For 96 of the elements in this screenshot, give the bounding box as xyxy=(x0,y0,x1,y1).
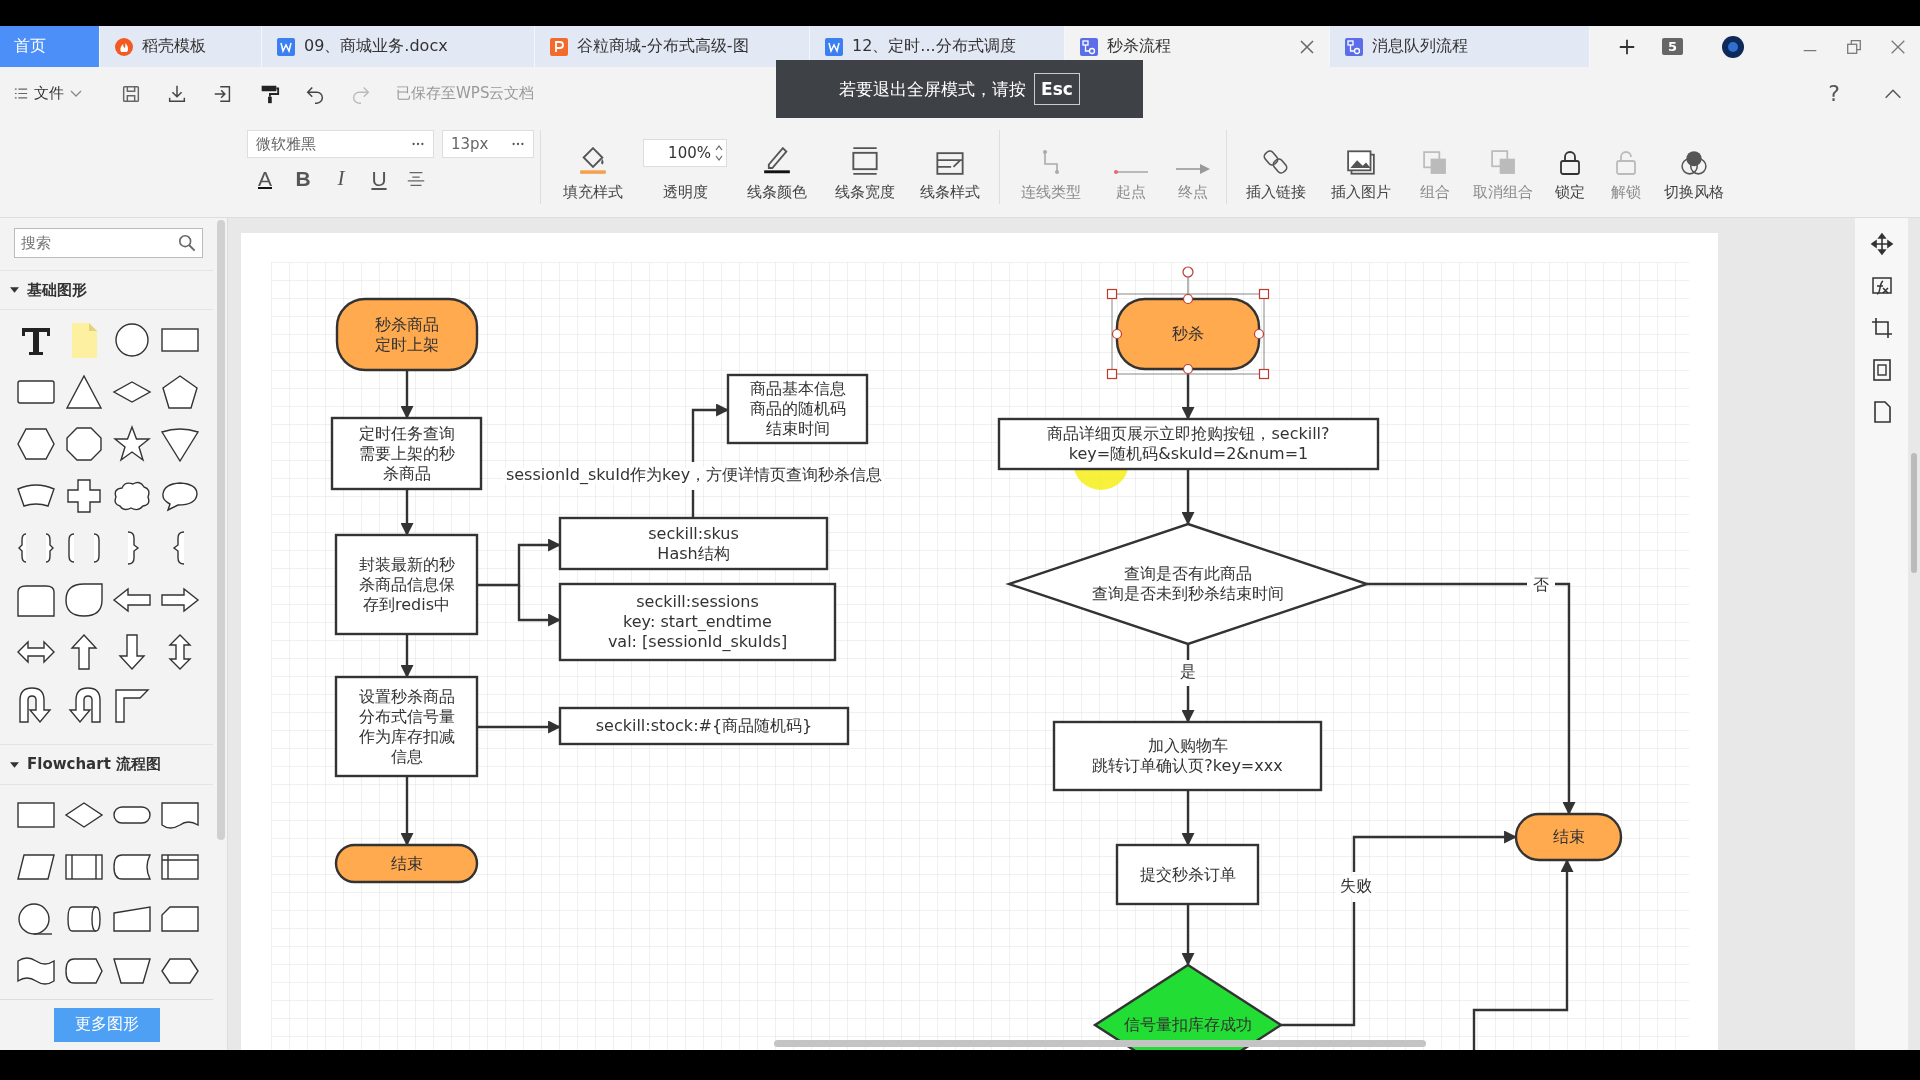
crop-icon[interactable] xyxy=(1869,316,1894,340)
ungroup-icon xyxy=(1490,150,1516,175)
group-icon xyxy=(1423,151,1447,175)
help-button[interactable]: ? xyxy=(1828,81,1840,106)
node-text: 设置秒杀商品 分布式信号量 作为库存扣减 信息 xyxy=(358,686,455,766)
close-icon[interactable] xyxy=(1299,38,1315,55)
tab[interactable]: 谷粒商城-分布式高级-图 xyxy=(535,26,810,67)
start-point-icon xyxy=(1113,169,1149,175)
line-style-icon xyxy=(936,152,964,175)
presentation-icon xyxy=(549,36,569,57)
style-switch-icon xyxy=(1681,150,1707,175)
connector-arrow xyxy=(400,634,414,679)
scrollbar[interactable] xyxy=(774,1040,1426,1047)
connector-arrow xyxy=(1181,904,1195,967)
toolbar-button[interactable]: 切换风格 xyxy=(1651,130,1737,206)
scrollbar[interactable] xyxy=(1911,453,1917,573)
font-size-field[interactable]: 13px xyxy=(442,130,534,158)
flowchart-icon xyxy=(1079,36,1099,57)
pencil-icon xyxy=(763,147,791,175)
spinner-arrows-icon[interactable] xyxy=(715,145,723,161)
connector-arrow xyxy=(400,776,414,847)
document-icon xyxy=(276,36,296,57)
connector-label: sessionId_skuId作为key，方便详情页查询秒杀信息 xyxy=(505,465,883,484)
node-text: 加入购物车 跳转订单确认页?key=xxx xyxy=(1092,736,1283,775)
tab[interactable]: 秒杀流程 xyxy=(1065,26,1330,67)
caret-icon[interactable] xyxy=(10,287,19,294)
node-text: 提交秒杀订单 xyxy=(1139,864,1236,884)
connector-label: 否 xyxy=(1533,575,1549,594)
move-icon[interactable] xyxy=(1869,232,1894,256)
format-button[interactable]: U xyxy=(367,166,391,191)
lock-icon xyxy=(1560,151,1580,175)
node-text: 结束 xyxy=(390,853,423,873)
node-text: 秒杀 xyxy=(1172,324,1204,343)
format-button[interactable]: A xyxy=(253,166,277,191)
node-text: seckill:sessions key: start_endtime val: [sessionId_skuIds] xyxy=(607,592,788,651)
caret-icon[interactable] xyxy=(10,761,19,768)
flame-icon xyxy=(114,36,134,57)
toolbar-button[interactable]: 插入链接 xyxy=(1233,130,1319,206)
node-text: 定时任务查询 需要上架的秒 杀商品 xyxy=(358,423,455,483)
more-icon[interactable] xyxy=(511,142,525,146)
node-text: 封装最新的秒 杀商品信息保 存到redis中 xyxy=(358,554,455,614)
search-icon[interactable] xyxy=(178,234,196,252)
selection-handles[interactable] xyxy=(1106,266,1270,380)
tab[interactable]: 09、商城业务.docx xyxy=(262,26,535,67)
document-icon xyxy=(824,36,844,57)
node-text: 秒杀商品 定时上架 xyxy=(375,314,439,354)
toolbar-button[interactable]: 线条样式 xyxy=(907,130,993,206)
toolbar-button[interactable]: 插入图片 xyxy=(1319,130,1403,206)
node-text: seckill:stock:#{商品随机码} xyxy=(595,716,813,735)
file-menu[interactable]: 文件 xyxy=(14,84,82,103)
fill-icon xyxy=(579,147,607,175)
node-text: 商品详细页展示立即抢购按钮，seckill? key=随机码&skuId=2&num=1 xyxy=(1047,424,1330,463)
menu-icon xyxy=(14,88,28,99)
tab-count-badge[interactable]: 5 xyxy=(1662,38,1684,55)
tab[interactable]: 稻壳模板 xyxy=(100,26,262,67)
flowchart-icon xyxy=(1344,36,1364,57)
toolbar-button[interactable]: 填充样式 xyxy=(547,130,639,206)
tool-label: 透明度 xyxy=(662,183,708,202)
unlock-icon xyxy=(1616,151,1636,175)
node-text: 商品基本信息 商品的随机码 结束时间 xyxy=(749,379,846,438)
section-header[interactable]: Flowchart 流程图 xyxy=(0,744,213,785)
connector-arrow xyxy=(400,370,414,420)
line-width-icon xyxy=(852,147,878,175)
image-icon xyxy=(1347,150,1375,175)
font-field[interactable]: 微软雅黑 xyxy=(247,130,434,158)
link-icon xyxy=(1263,148,1289,175)
section-header[interactable]: 基础图形 xyxy=(0,270,213,311)
format-button[interactable]: B xyxy=(291,166,315,191)
restore-icon[interactable] xyxy=(1845,37,1864,56)
end-point-icon xyxy=(1175,163,1211,175)
node-text: 信号量扣库存成功 xyxy=(1124,1015,1252,1034)
connector-label: 是 xyxy=(1180,662,1196,681)
tab[interactable]: 消息队列流程 xyxy=(1330,26,1590,67)
formula-icon[interactable] xyxy=(1869,274,1894,298)
chevron-down-icon xyxy=(70,90,82,97)
search-field[interactable]: 搜索 xyxy=(14,228,203,258)
toast-text: 若要退出全屏模式，请按 xyxy=(839,77,1027,101)
toolbar-button[interactable]: 锁定 xyxy=(1539,130,1601,206)
connector-label: 失败 xyxy=(1340,876,1372,895)
connector-arrow xyxy=(400,489,414,537)
opacity-field[interactable]: 100% xyxy=(643,139,727,167)
plus-icon[interactable] xyxy=(1618,37,1636,56)
avatar[interactable] xyxy=(1721,34,1746,59)
key-hint: Esc xyxy=(1034,73,1080,105)
toolbar-button[interactable]: 线条颜色 xyxy=(731,130,823,206)
connector-icon xyxy=(1042,149,1060,175)
scrollbar[interactable] xyxy=(217,220,225,840)
connector-arrow xyxy=(1181,790,1195,847)
save-status: 已保存至WPS云文档 xyxy=(396,84,535,103)
node-text: 查询是否有此商品 查询是否未到秒杀结束时间 xyxy=(1092,564,1284,603)
more-icon[interactable] xyxy=(411,142,425,146)
format-button[interactable]: I xyxy=(329,166,353,191)
node-text: 结束 xyxy=(1552,827,1585,846)
node-text: seckill:skus Hash结构 xyxy=(648,523,739,563)
toolbar-button[interactable]: 线条宽度 xyxy=(823,130,907,206)
connector-arrow xyxy=(1181,469,1195,526)
